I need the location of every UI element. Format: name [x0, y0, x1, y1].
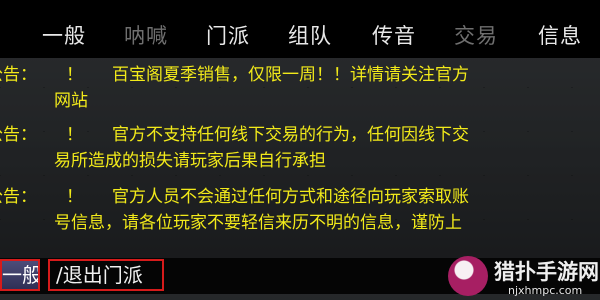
announcement-message: 公告： ！ 官方人员不会通过任何方式和途径向玩家索取账 号信息，请各位玩家不要轻…	[0, 184, 600, 236]
watermark-title: 猎扑手游网	[494, 260, 599, 284]
exclamation-mark: ！	[66, 65, 83, 85]
announcement-message: 公告： ！ 官方不支持任何线下交易的行为，任何因线下交 易所造成的损失请玩家后果…	[0, 122, 600, 174]
exclamation-mark: ！	[66, 187, 83, 207]
channel-select-button[interactable]: 一般	[0, 259, 40, 291]
announcement-line: 官方人员不会通过任何方式和途径向玩家索取账	[112, 187, 469, 207]
exclamation-mark: ！	[66, 125, 83, 145]
announcement-line: 易所造成的损失请玩家后果自行承担	[54, 151, 326, 171]
chat-message-area: 公告： ！ 百宝阁夏季销售，仅限一周！！详情请关注官方 网站 公告： ！ 官方不…	[0, 58, 600, 260]
announcement-prefix: 公告：	[0, 187, 37, 207]
tab-whisper[interactable]: 传音	[372, 20, 416, 50]
announcement-line: 官方不支持任何线下交易的行为，任何因线下交	[112, 125, 469, 145]
tab-info[interactable]: 信息	[538, 20, 582, 50]
announcement-prefix: 公告：	[0, 65, 37, 85]
tab-shout[interactable]: 呐喊	[124, 20, 168, 50]
announcement-line: 号信息，请各位玩家不要轻信来历不明的信息，谨防上	[54, 213, 462, 233]
watermark-logo-icon	[448, 256, 488, 296]
chat-input-field[interactable]: /退出门派	[48, 259, 164, 291]
watermark: 猎扑手游网 njxhmpc.com	[442, 254, 599, 300]
tab-trade[interactable]: 交易	[454, 20, 498, 50]
announcement-line: 百宝阁夏季销售，仅限一周！！详情请关注官方	[112, 65, 469, 85]
chat-tab-bar: 一般 呐喊 门派 组队 传音 交易 信息	[0, 0, 600, 58]
tab-sect[interactable]: 门派	[206, 20, 250, 50]
tab-general[interactable]: 一般	[42, 20, 86, 50]
tab-team[interactable]: 组队	[288, 20, 332, 50]
watermark-url: njxhmpc.com	[508, 284, 583, 297]
announcement-prefix: 公告：	[0, 125, 37, 145]
announcement-line: 网站	[54, 91, 88, 111]
announcement-message: 公告： ！ 百宝阁夏季销售，仅限一周！！详情请关注官方 网站	[0, 62, 600, 114]
